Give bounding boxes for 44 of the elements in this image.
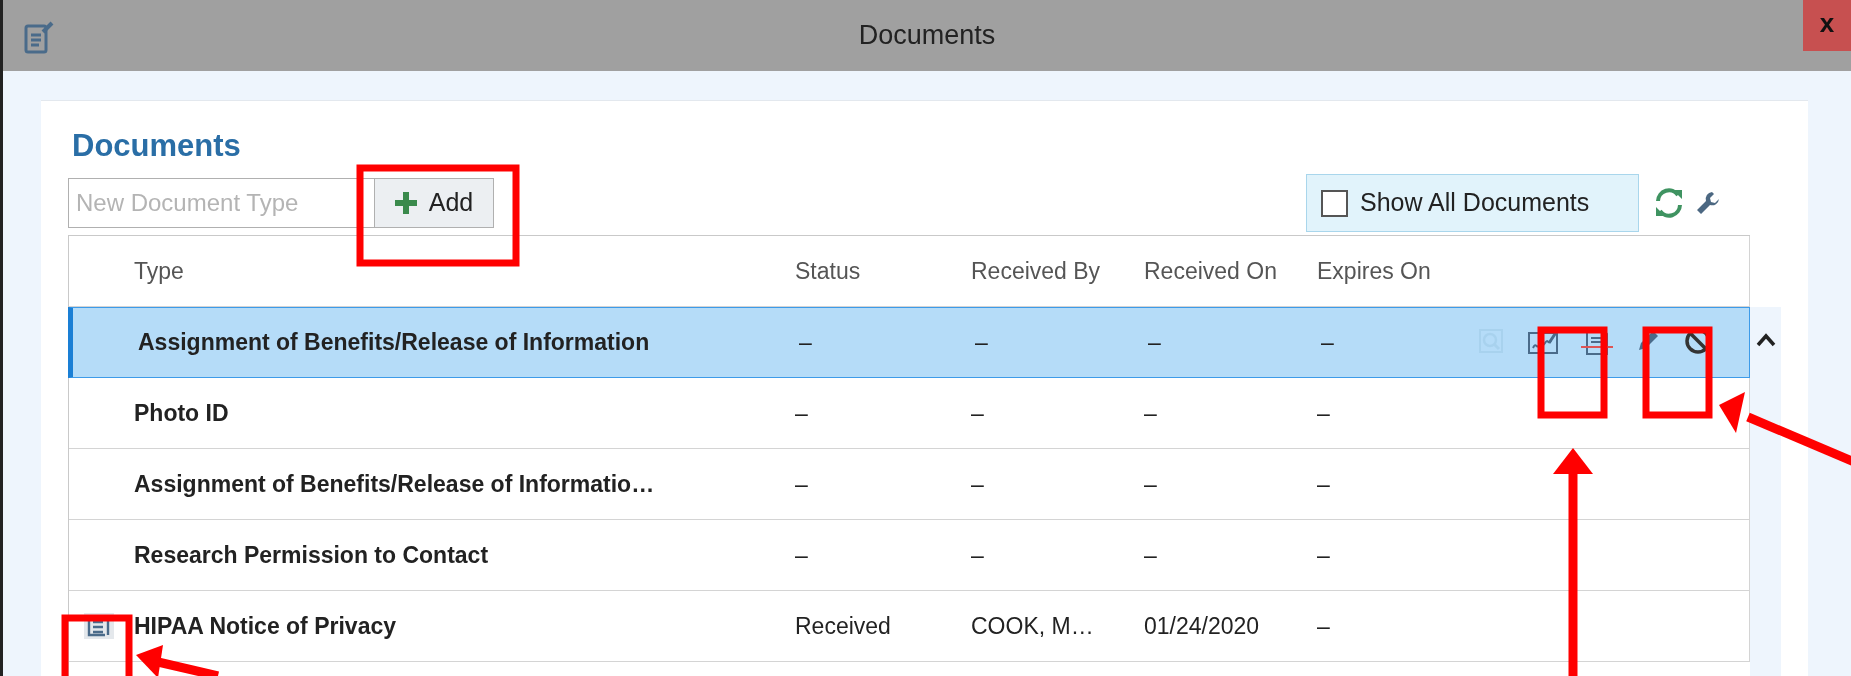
column-header[interactable]: Received By [971, 253, 1101, 289]
table-cell-text: – [795, 469, 808, 499]
table-cell-text: – [1144, 398, 1157, 428]
annotation-box [61, 614, 133, 676]
wrench-icon[interactable] [1695, 190, 1721, 216]
table-cell-text: – [1321, 328, 1334, 358]
caret-up-icon[interactable] [1755, 333, 1776, 347]
table-cell-text: – [975, 328, 988, 358]
table-cell-text: Assignment of Benefits/Release of Informatio… [134, 469, 655, 499]
table-cell-text: – [1317, 611, 1330, 641]
table-cell-text: Research Permission to Contact [134, 540, 489, 570]
table-cell-text: – [1317, 540, 1330, 570]
table-cell-text: Assignment of Benefits/Release of Information [138, 328, 650, 358]
table-cell-text: Photo ID [134, 398, 229, 428]
table-cell-text: – [1317, 469, 1330, 499]
table-cell-text: – [799, 328, 812, 358]
table-cell-text: – [1144, 469, 1157, 499]
table-row[interactable]: Research Permission to Contact – – – – [69, 520, 1751, 591]
add-button[interactable]: Add [375, 178, 494, 228]
panel-heading: Documents [71, 127, 242, 165]
column-header[interactable]: Status [795, 253, 861, 289]
column-header[interactable]: Received On [1144, 253, 1277, 289]
table-cell-text: – [971, 398, 984, 428]
table-cell-text: – [1144, 540, 1157, 570]
table-cell-text: – [971, 469, 984, 499]
table-cell-text: – [795, 398, 808, 428]
table-cell-text: – [795, 540, 808, 570]
column-header[interactable]: Type [134, 253, 184, 289]
table-cell-text: HIPAA Notice of Privacy [134, 611, 397, 641]
refresh-icon[interactable] [1653, 187, 1685, 219]
show-all-documents-checkbox[interactable]: Show All Documents [1306, 174, 1639, 232]
table-cell-text: COOK, M… [971, 611, 1094, 641]
table-row[interactable]: Assignment of Benefits/Release of Information – – – – [68, 307, 1751, 378]
table-cell-text: – [1148, 328, 1161, 358]
plus-icon [394, 192, 417, 214]
window-title: Documents [858, 19, 996, 53]
clipboard-icon [23, 20, 55, 56]
table-cell-text: Received [795, 611, 891, 641]
new-document-type-field[interactable]: New Document Type [68, 178, 375, 228]
table-cell-text: – [1317, 398, 1330, 428]
close-button[interactable]: x [1803, 0, 1851, 51]
table-cell-text: 01/24/2020 [1144, 611, 1260, 641]
table-cell-text: – [971, 540, 984, 570]
column-header[interactable]: Expires On [1317, 253, 1431, 289]
